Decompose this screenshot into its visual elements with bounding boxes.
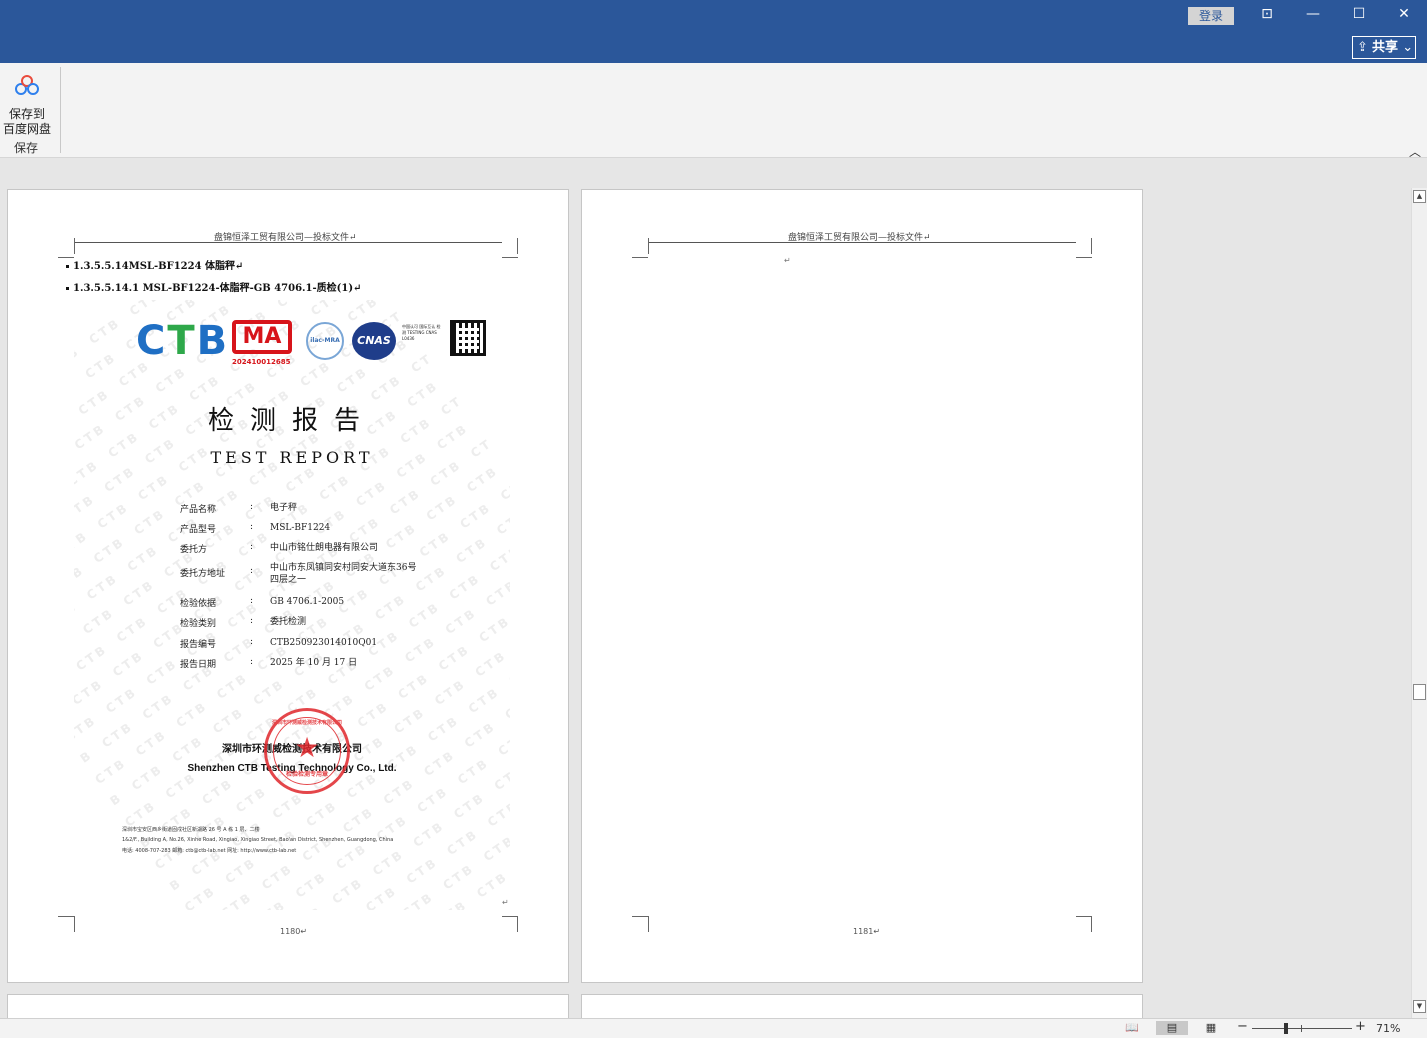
zoom-slider-midmark xyxy=(1301,1025,1302,1032)
crop-mark xyxy=(58,916,74,932)
title-bar: 登录 ⊡ — ☐ ✕ ⇪ 共享 ⌄ xyxy=(0,0,1427,63)
cnas-text: 中国认可 国际互认 检测 TESTING CNAS L0436 xyxy=(402,324,441,341)
ribbon-divider xyxy=(60,67,61,153)
save-to-baidu-label-2: 百度网盘 xyxy=(2,122,51,136)
page-number: 1181↵ xyxy=(853,927,881,936)
page-1181: 盘锦恒泽工贸有限公司—投标文件↵ ↵ 1181↵ xyxy=(581,189,1143,983)
ribbon-display-options-icon[interactable]: ⊡ xyxy=(1252,4,1282,24)
print-layout-icon[interactable]: ▤ xyxy=(1156,1021,1188,1035)
seal-bottom-text: 检验检测专用章 xyxy=(285,771,328,778)
cma-logo: MA xyxy=(232,320,292,354)
field-value: 2025 年 10 月 17 日 xyxy=(270,658,358,668)
heading-2: 1.3.5.5.14.1 MSL-BF1224-体脂秤-GB 4706.1-质检… xyxy=(66,279,361,294)
paragraph-mark: ↵ xyxy=(502,898,509,907)
crop-mark xyxy=(632,242,648,258)
zoom-out-button[interactable]: − xyxy=(1237,1019,1248,1034)
save-to-baidu-label-1: 保存到 xyxy=(8,107,45,121)
field-value: 电子秤 xyxy=(270,503,298,513)
ribbon: 保存到 百度网盘 保存 ︿ xyxy=(0,63,1427,159)
report-title-cn: 检测报告 xyxy=(207,406,376,436)
field-label: 委托方 xyxy=(180,545,208,555)
test-report-image[interactable]: CTB CTB CTB CTB CTB CTB CTB CTB CTB CTB … xyxy=(74,300,510,910)
paragraph-mark[interactable]: ↵ xyxy=(784,256,791,265)
field-label: 报告日期 xyxy=(180,660,217,670)
field-value: CTB250923014010Q01 xyxy=(270,638,378,648)
login-button[interactable]: 登录 xyxy=(1188,7,1234,25)
cnas-logo: CNAS xyxy=(352,322,396,360)
crop-mark xyxy=(74,238,90,254)
crop-mark xyxy=(632,916,648,932)
page-next-right xyxy=(581,994,1143,1018)
seal-text: 深圳市环测威检测技术有限公司 xyxy=(271,720,342,726)
share-icon: ⇪ xyxy=(1357,40,1368,55)
qr-code-icon xyxy=(450,320,486,356)
field-colon: : xyxy=(250,502,254,512)
minimize-button[interactable]: — xyxy=(1298,4,1328,24)
heading-1: 1.3.5.5.14MSL-BF1224 体脂秤↵ xyxy=(66,257,243,272)
zoom-in-button[interactable]: + xyxy=(1355,1019,1366,1034)
web-layout-icon[interactable]: ▦ xyxy=(1203,1021,1219,1035)
field-label: 产品名称 xyxy=(180,505,217,515)
page-number: 1180↵ xyxy=(280,927,308,936)
field-label: 委托方地址 xyxy=(180,569,226,579)
crop-mark xyxy=(648,238,664,254)
crop-mark xyxy=(1076,916,1092,932)
address-cn: 深圳市宝安区西乡街道固戍社区新湖路 26 号 A 栋 1 层、二楼 xyxy=(122,827,260,833)
star-icon: ★ xyxy=(294,731,320,764)
field-label: 报告编号 xyxy=(180,640,217,650)
field-value: 中山市铭仕朗电器有限公司 xyxy=(270,543,379,553)
zoom-slider-thumb[interactable] xyxy=(1284,1023,1288,1034)
chevron-down-icon: ⌄ xyxy=(1402,40,1414,55)
field-colon: : xyxy=(250,657,254,667)
ilac-mra-logo: ilac-MRA xyxy=(306,322,344,360)
scroll-down-icon[interactable]: ▼ xyxy=(1413,1000,1426,1013)
save-to-baidu-button[interactable]: 保存到 百度网盘 xyxy=(0,69,54,137)
crop-mark xyxy=(1076,242,1092,258)
address-en: 1&2/F., Building A, No.26, Xinhe Road, X… xyxy=(122,837,394,843)
field-value: 委托检测 xyxy=(270,617,307,627)
ribbon-group-label: 保存 xyxy=(13,141,38,155)
status-bar: 📖 ▤ ▦ − + 71% xyxy=(0,1018,1427,1038)
field-colon: : xyxy=(250,616,254,626)
vertical-scrollbar[interactable]: ▲ ▼ xyxy=(1411,188,1427,1018)
field-colon: : xyxy=(250,637,254,647)
share-label: 共享 xyxy=(1372,40,1399,55)
zoom-slider[interactable] xyxy=(1252,1028,1352,1029)
page-next-left xyxy=(7,994,569,1018)
maximize-button[interactable]: ☐ xyxy=(1344,4,1374,24)
field-label: 检验依据 xyxy=(180,599,217,609)
field-value: GB 4706.1-2005 xyxy=(270,597,345,607)
page-1180: 盘锦恒泽工贸有限公司—投标文件↵ 1.3.5.5.14MSL-BF1224 体脂… xyxy=(7,189,569,983)
official-seal: 深圳市环测威检测技术有限公司 ★ 检验检测专用章 xyxy=(264,708,350,794)
contact-info: 电话: 4008-707-283 邮箱: ctb@ctb-lab.net 网址:… xyxy=(122,848,297,854)
report-title-en: TEST REPORT xyxy=(210,448,374,467)
crop-mark xyxy=(502,916,518,932)
crop-mark xyxy=(58,242,74,258)
crop-mark xyxy=(648,916,664,932)
field-label: 检验类别 xyxy=(180,619,217,629)
field-value: MSL-BF1224 xyxy=(270,523,331,533)
scrollbar-thumb[interactable] xyxy=(1413,684,1426,700)
scroll-up-icon[interactable]: ▲ xyxy=(1413,190,1426,203)
document-area[interactable]: 盘锦恒泽工贸有限公司—投标文件↵ 1.3.5.5.14MSL-BF1224 体脂… xyxy=(0,158,1411,1018)
field-value: 中山市东凤镇同安村同安大道东36号四层之一 xyxy=(270,563,417,585)
book-icon[interactable]: 📖 xyxy=(1124,1021,1140,1035)
close-button[interactable]: ✕ xyxy=(1389,4,1419,24)
header-rule xyxy=(648,242,1076,243)
field-label: 产品型号 xyxy=(180,525,217,535)
ctb-logo: CTB xyxy=(136,318,230,364)
crop-mark xyxy=(74,916,90,932)
field-colon: : xyxy=(250,522,254,532)
cma-number: 202410012685 xyxy=(232,358,291,366)
crop-mark xyxy=(502,242,518,258)
field-colon: : xyxy=(250,596,254,606)
header-rule xyxy=(74,242,502,243)
zoom-level[interactable]: 71% xyxy=(1376,1022,1400,1035)
share-button[interactable]: ⇪ 共享 ⌄ xyxy=(1352,36,1416,59)
baidu-cloud-icon xyxy=(13,73,41,101)
field-colon: : xyxy=(250,566,254,576)
field-colon: : xyxy=(250,542,254,552)
